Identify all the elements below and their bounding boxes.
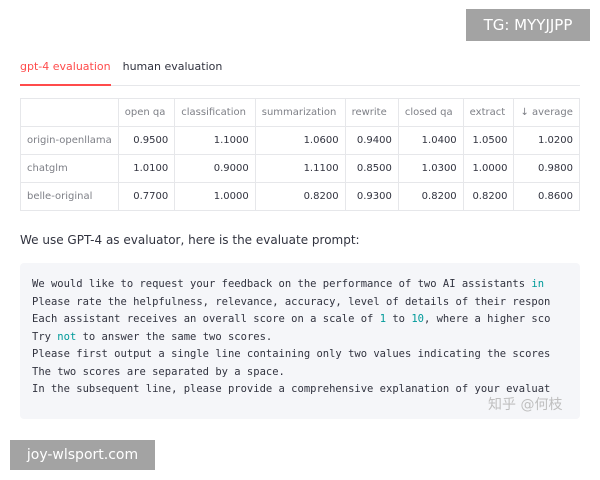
table-cell: 1.0200 [513,126,580,155]
table-cell: 0.9500 [117,126,176,155]
column-header-summarization[interactable]: summarization [254,98,346,127]
tab-bar: gpt-4 evaluation human evaluation [20,58,580,86]
table-cell: 1.0500 [462,126,515,155]
column-header-rewrite[interactable]: rewrite [344,98,399,127]
table-cell: 0.9300 [344,182,399,211]
code-line: Try not to answer the same two scores. [32,330,273,343]
table-cell: 1.0400 [397,126,464,155]
table-cell: 0.8200 [462,182,515,211]
table-cell: 0.8600 [513,182,580,211]
table-cell: 1.1000 [174,126,256,155]
code-line: Each assistant receives an overall score… [32,313,551,325]
table-row: belle-original 0.7700 1.0000 0.8200 0.93… [20,182,580,211]
tab-gpt4-evaluation[interactable]: gpt-4 evaluation [20,58,111,86]
table-cell: 0.8200 [254,182,346,211]
tab-human-evaluation[interactable]: human evaluation [123,58,223,86]
code-line: We would like to request your feedback o… [32,278,545,290]
column-header-index [20,98,119,127]
table-cell: 0.9800 [513,154,580,183]
table-cell: 1.0600 [254,126,346,155]
column-header-extract[interactable]: extract [462,98,515,127]
code-line: Please rate the helpfulness, relevance, … [32,295,551,308]
evaluation-table: open qa classification summarization rew… [20,98,580,211]
table-cell: 0.8200 [397,182,464,211]
zhihu-watermark: 知乎 @何枝 [488,397,563,413]
table-cell: 1.0300 [397,154,464,183]
table-cell: 0.9000 [174,154,256,183]
table-cell: 0.8500 [344,154,399,183]
column-header-closed-qa[interactable]: closed qa [397,98,464,127]
row-label: origin-openllama [20,126,119,155]
evaluator-intro-text: We use GPT-4 as evaluator, here is the e… [20,233,360,247]
row-label: chatglm [20,154,119,183]
table-cell: 1.0000 [174,182,256,211]
column-header-average[interactable]: ↓ average [513,98,580,127]
table-cell: 1.1100 [254,154,346,183]
code-line: The two scores are separated by a space. [32,365,285,378]
table-cell: 0.7700 [117,182,176,211]
watermark-bottom: joy-wlsport.com [10,440,155,470]
watermark-top: TG: MYYJJPP [466,9,590,41]
table-cell: 1.0100 [117,154,176,183]
table-cell: 1.0000 [462,154,515,183]
table-cell: 0.9400 [344,126,399,155]
table-row: origin-openllama 0.9500 1.1000 1.0600 0.… [20,126,580,155]
table-header-row: open qa classification summarization rew… [20,98,580,127]
row-label: belle-original [20,182,119,211]
code-line: Please first output a single line contai… [32,348,551,360]
column-header-classification[interactable]: classification [174,98,256,127]
table-row: chatglm 1.0100 0.9000 1.1100 0.8500 1.03… [20,154,580,183]
column-header-open-qa[interactable]: open qa [117,98,176,127]
